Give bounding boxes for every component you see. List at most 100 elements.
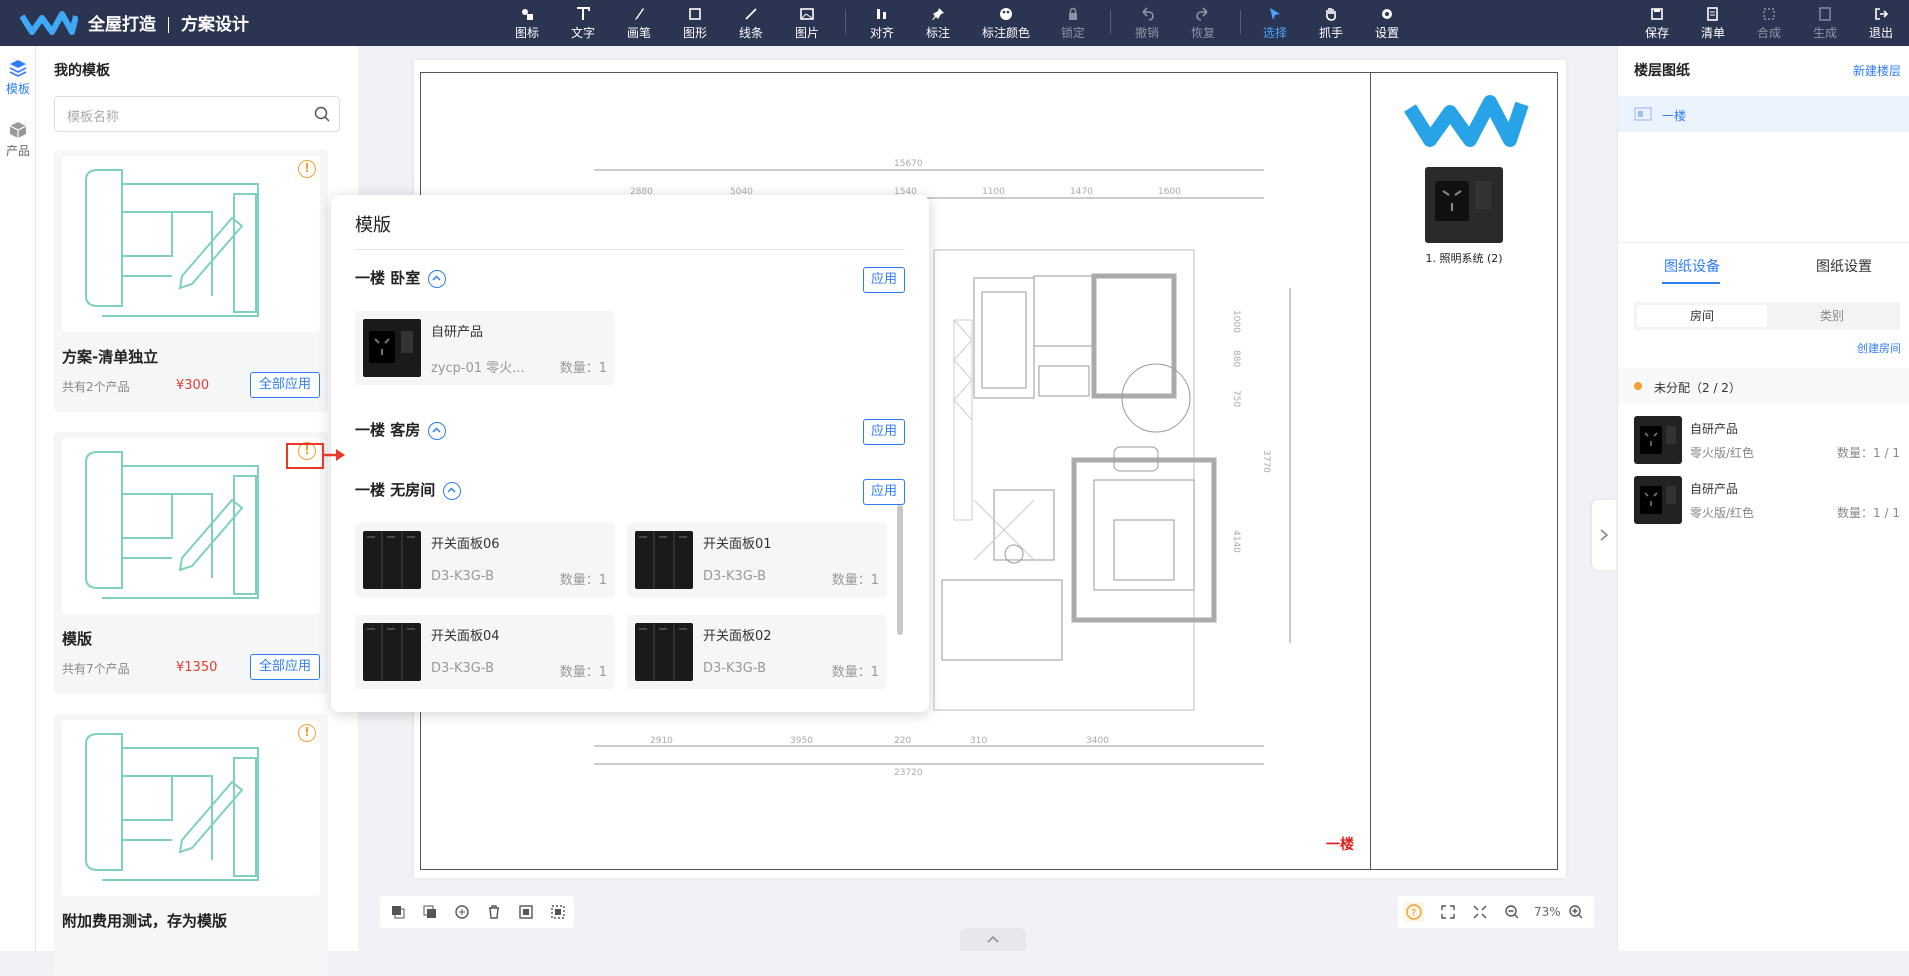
dim-right: 750 xyxy=(1231,390,1241,407)
delete-icon[interactable] xyxy=(486,904,502,920)
zoom-in-icon[interactable] xyxy=(1568,904,1584,920)
generate-button[interactable]: 生成 xyxy=(1800,4,1850,44)
bottom-panel-toggle[interactable] xyxy=(960,928,1026,951)
tool-label: 标注颜色 xyxy=(981,26,1030,40)
dim-bottom: 3950 xyxy=(790,736,813,746)
device-item[interactable]: 自研产品 零火版/红色 数量：1 / 1 xyxy=(1634,476,1904,526)
tool-mark[interactable]: 标注 xyxy=(913,4,963,44)
redo-icon xyxy=(1196,7,1208,21)
list-button[interactable]: 清单 xyxy=(1688,4,1738,44)
product-thumbnail[interactable] xyxy=(1425,167,1503,243)
product-spec: D3-K3G-B xyxy=(431,661,494,676)
exit-button[interactable]: 退出 xyxy=(1856,4,1906,44)
search-input[interactable]: 模板名称 xyxy=(67,110,119,125)
tool-image[interactable]: 图片 xyxy=(782,4,832,44)
product-image xyxy=(363,531,421,589)
apply-all-button[interactable]: 全部应用 xyxy=(250,654,320,680)
tool-lock[interactable]: 锁定 xyxy=(1048,4,1098,44)
group-icon[interactable] xyxy=(518,904,534,920)
rail-item-template[interactable]: 模板 xyxy=(0,58,36,97)
floor-panel: 楼层图纸 新建楼层 一楼 图纸设备 图纸设置 房间 类别 创建房间 未分配（2 … xyxy=(1617,46,1909,951)
fullscreen-icon[interactable] xyxy=(1472,904,1488,920)
merge-icon xyxy=(1763,8,1775,20)
product-card[interactable]: 开关面板06 D3-K3G-B 数量：1 xyxy=(355,523,615,597)
tool-select[interactable]: 选择 xyxy=(1250,4,1300,44)
seg-room[interactable]: 房间 xyxy=(1637,305,1767,327)
room-section-header[interactable]: 一楼 无房间 xyxy=(355,479,462,500)
warning-icon[interactable]: ! xyxy=(298,724,316,742)
product-name: 开关面板04 xyxy=(431,629,500,644)
tool-brush[interactable]: 画笔 xyxy=(614,4,664,44)
tab-bar: 图纸设备 图纸设置 xyxy=(1618,246,1909,286)
tool-label: 文字 xyxy=(570,26,595,40)
brand-title: 全屋打造 xyxy=(88,15,156,35)
right-panel-toggle[interactable] xyxy=(1592,500,1616,570)
send-back-icon[interactable] xyxy=(422,904,438,920)
tab-settings[interactable]: 图纸设置 xyxy=(1816,256,1872,276)
apply-button[interactable]: 应用 xyxy=(863,479,905,505)
tool-settings[interactable]: 设置 xyxy=(1362,4,1412,44)
template-count: 共有7个产品 xyxy=(62,662,130,676)
tab-indicator xyxy=(1662,282,1720,284)
product-card[interactable]: 开关面板04 D3-K3G-B 数量：1 xyxy=(355,615,615,689)
chevron-up-icon[interactable] xyxy=(428,421,447,440)
tool-label: 画笔 xyxy=(626,26,651,40)
template-card[interactable]: ! 附加费用测试，存为模版 xyxy=(54,714,328,976)
room-section-header[interactable]: 一楼 客房 xyxy=(355,419,447,440)
search-icon[interactable] xyxy=(313,105,331,123)
device-item[interactable]: 自研产品 零火版/红色 数量：1 / 1 xyxy=(1634,416,1904,466)
bring-front-icon[interactable] xyxy=(390,904,406,920)
rail-label: 产品 xyxy=(5,144,30,158)
zoom-out-icon[interactable] xyxy=(1504,904,1520,920)
room-group[interactable]: 未分配（2 / 2） xyxy=(1618,368,1909,404)
product-spec: D3-K3G-B xyxy=(703,661,766,676)
product-name: 开关面板06 xyxy=(431,537,500,552)
product-qty: 数量：1 xyxy=(559,573,607,588)
tool-label: 标注 xyxy=(925,26,950,40)
template-card[interactable]: ! 模版 共有7个产品 ¥1350 全部应用 xyxy=(54,432,328,694)
chevron-up-icon[interactable] xyxy=(428,269,447,288)
tool-mark-color[interactable]: 标注颜色 xyxy=(976,4,1036,44)
room-section-header[interactable]: 一楼 卧室 xyxy=(355,267,447,288)
apply-button[interactable]: 应用 xyxy=(863,419,905,445)
template-card[interactable]: ! 方案-清单独立 共有2个产品 ¥300 全部应用 xyxy=(54,150,328,412)
tool-shape[interactable]: 图形 xyxy=(670,4,720,44)
product-card[interactable]: 开关面板02 D3-K3G-B 数量：1 xyxy=(627,615,887,689)
tool-redo[interactable]: 恢复 xyxy=(1178,4,1228,44)
product-card[interactable]: 自研产品 zycp-01 零火... 数量：1 xyxy=(355,311,615,385)
product-spec: zycp-01 零火... xyxy=(431,361,525,376)
template-detail-popup: 模版 一楼 卧室 应用 自研产品 zycp-01 零火... 数量：1 一楼 客… xyxy=(331,195,929,712)
create-room-link[interactable]: 创建房间 xyxy=(1857,340,1901,356)
rail-item-product[interactable]: 产品 xyxy=(0,120,36,159)
tool-line[interactable]: 线条 xyxy=(726,4,776,44)
save-button[interactable]: 保存 xyxy=(1632,4,1682,44)
tool-align[interactable]: 对齐 xyxy=(857,4,907,44)
tab-devices[interactable]: 图纸设备 xyxy=(1664,256,1720,276)
new-floor-link[interactable]: 新建楼层 xyxy=(1853,62,1901,79)
ungroup-icon[interactable] xyxy=(550,904,566,920)
warning-icon[interactable]: ! xyxy=(298,160,316,178)
room-title: 一楼 客房 xyxy=(355,421,421,439)
popup-title: 模版 xyxy=(355,215,391,236)
tool-undo[interactable]: 撤销 xyxy=(1122,4,1172,44)
product-card[interactable]: 开关面板01 D3-K3G-B 数量：1 xyxy=(627,523,887,597)
tool-icon[interactable]: 图标 xyxy=(502,4,552,44)
gear-icon xyxy=(1382,9,1392,19)
help-icon[interactable]: ? xyxy=(1404,902,1424,922)
template-search[interactable]: 模板名称 xyxy=(54,96,340,132)
copy-icon[interactable] xyxy=(454,904,470,920)
rail-label: 模板 xyxy=(5,82,30,96)
fit-screen-icon[interactable] xyxy=(1440,904,1456,920)
tool-hand[interactable]: 抓手 xyxy=(1306,4,1356,44)
apply-button[interactable]: 应用 xyxy=(863,267,905,293)
apply-all-button[interactable]: 全部应用 xyxy=(250,372,320,398)
panel-title: 我的模板 xyxy=(54,63,110,79)
template-thumbnail xyxy=(62,156,320,332)
floor-item[interactable]: 一楼 xyxy=(1618,96,1909,132)
chevron-up-icon[interactable] xyxy=(443,481,462,500)
dim-right: 1000 xyxy=(1231,310,1241,333)
tool-text[interactable]: 文字 xyxy=(558,4,608,44)
popup-scrollbar[interactable] xyxy=(897,505,903,635)
seg-category[interactable]: 类别 xyxy=(1767,305,1897,327)
merge-button[interactable]: 合成 xyxy=(1744,4,1794,44)
